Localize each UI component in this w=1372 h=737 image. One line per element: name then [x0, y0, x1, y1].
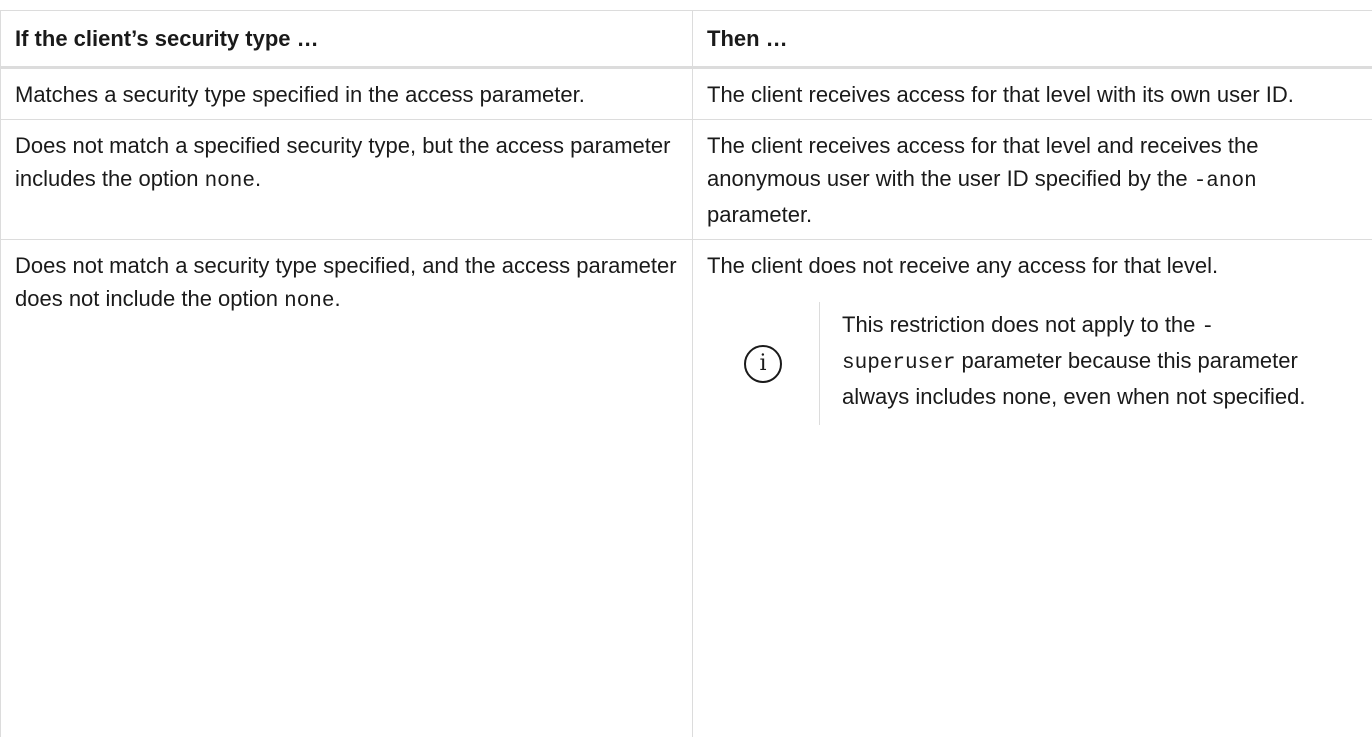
row2-condition-code: none [205, 170, 255, 193]
header-then: Then … [693, 11, 1372, 68]
row1-result: The client receives access for that leve… [693, 68, 1372, 120]
row3-condition-code: none [284, 290, 334, 313]
row2-condition-end: . [255, 166, 261, 191]
info-icon: i [744, 345, 782, 383]
security-type-table: If the client’s security type … Then … M… [0, 10, 1372, 737]
note-icon-column: i [707, 302, 820, 425]
table-row: Does not match a specified security type… [1, 120, 1372, 240]
row2-condition: Does not match a specified security type… [1, 120, 693, 240]
row3-result: The client does not receive any access f… [693, 240, 1372, 737]
row2-result-code: -anon [1194, 170, 1257, 193]
row2-result-text: The client receives access for that leve… [707, 133, 1259, 191]
table-header-row: If the client’s security type … Then … [1, 11, 1372, 68]
row2-condition-text: Does not match a specified security type… [15, 133, 670, 191]
row3-result-text: The client does not receive any access f… [707, 249, 1358, 282]
table-row: Matches a security type specified in the… [1, 68, 1372, 120]
row3-condition: Does not match a security type specified… [1, 240, 693, 737]
note-admonition: i This restriction does not apply to the… [707, 302, 1358, 429]
row2-result-end: parameter. [707, 202, 812, 227]
row2-result: The client receives access for that leve… [693, 120, 1372, 240]
note-text: This restriction does not apply to the -… [820, 302, 1322, 429]
row3-condition-end: . [335, 286, 341, 311]
row1-condition-text: Matches a security type specified in the… [15, 82, 585, 107]
row1-condition: Matches a security type specified in the… [1, 68, 693, 120]
row3-condition-text: Does not match a security type specified… [15, 253, 677, 311]
header-security-type: If the client’s security type … [1, 11, 693, 68]
table-row: Does not match a security type specified… [1, 240, 1372, 737]
note-text-start: This restriction does not apply to the [842, 312, 1202, 337]
row1-result-text: The client receives access for that leve… [707, 82, 1294, 107]
